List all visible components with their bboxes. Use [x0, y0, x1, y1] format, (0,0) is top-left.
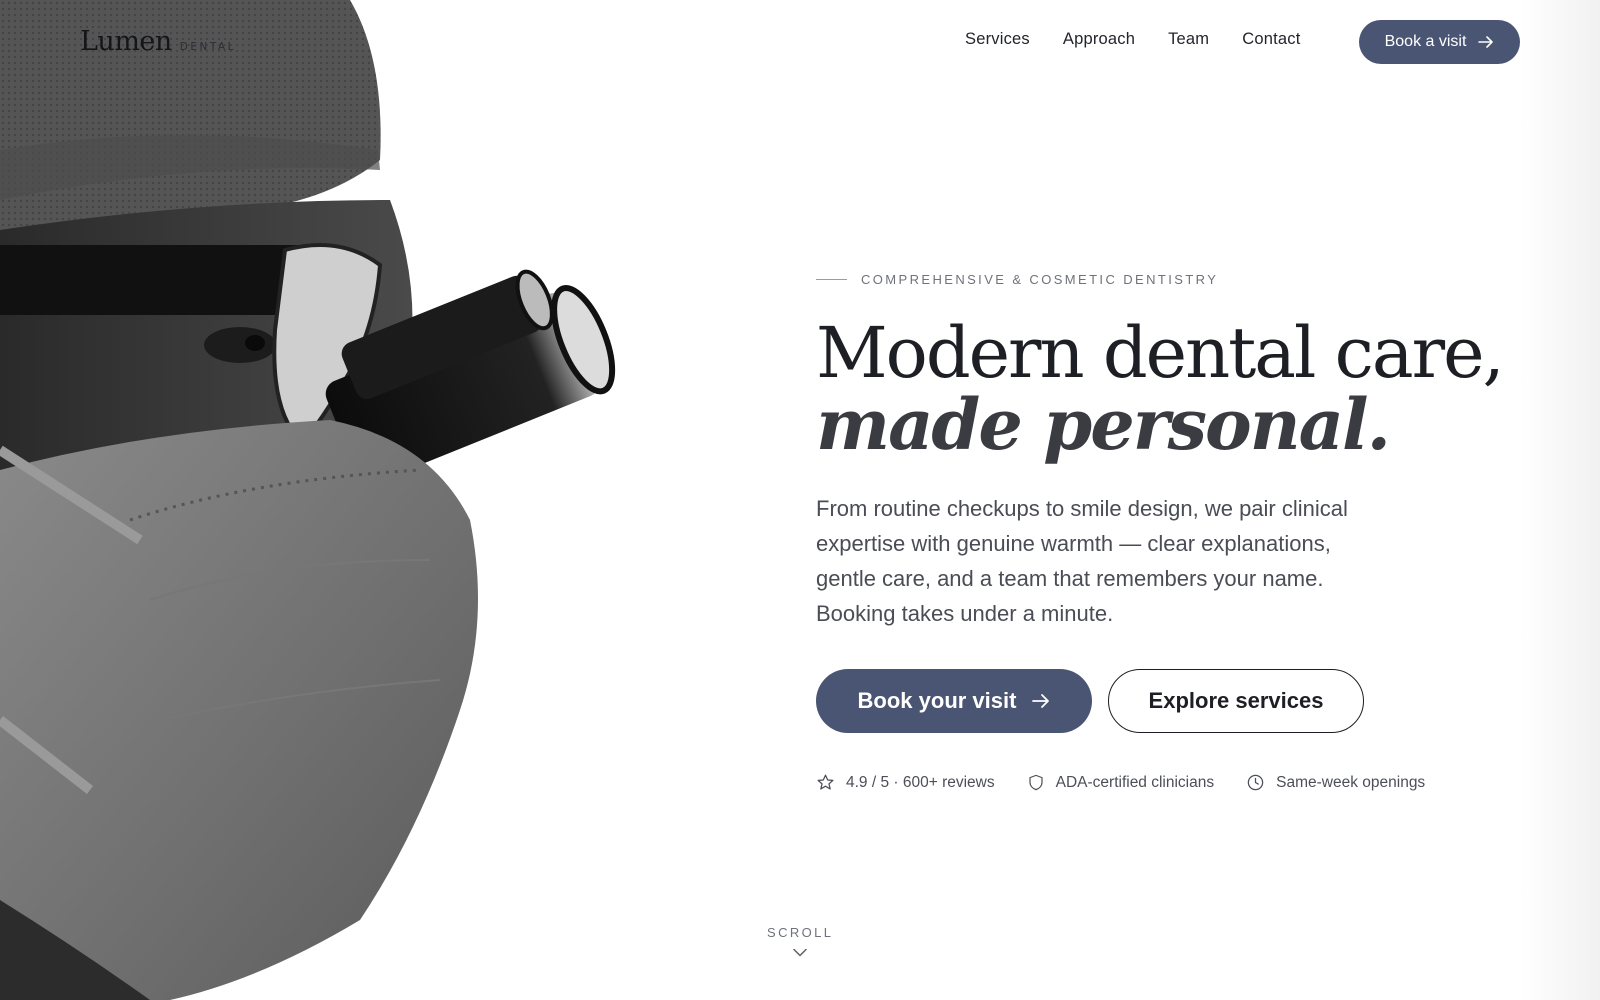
shield-icon: [1029, 774, 1043, 791]
book-your-visit-label: Book your visit: [857, 688, 1017, 713]
explore-services-label: Explore services: [1148, 688, 1324, 713]
book-visit-nav-label: Book a visit: [1384, 33, 1467, 50]
hero-headline: Modern dental care, made personal.: [816, 312, 1505, 466]
logo-subtitle: DENTAL: [179, 41, 237, 53]
book-your-visit-button[interactable]: Book your visit: [816, 669, 1092, 733]
trust-item-certified: ADA-certified clinicians: [1027, 773, 1215, 792]
main-nav: Services Approach Team Contact: [965, 30, 1301, 49]
hero-photo: [0, 0, 700, 1000]
book-visit-nav-button[interactable]: Book a visit: [1359, 20, 1520, 64]
scroll-label: SCROLL: [767, 925, 834, 940]
trust-item-openings: Same-week openings: [1246, 773, 1425, 792]
logo-wordmark: Lumen: [80, 26, 172, 57]
headline-line-1: Modern dental care,: [816, 312, 1505, 394]
clock-icon: [1247, 774, 1264, 791]
trust-text-reviews: 4.9 / 5 · 600+ reviews: [846, 773, 995, 791]
page-edge-shade: [1520, 0, 1600, 1000]
arrow-right-icon: [1478, 36, 1494, 48]
scroll-cue[interactable]: SCROLL: [767, 925, 833, 962]
explore-services-button[interactable]: Explore services: [1108, 669, 1364, 733]
nav-link-approach[interactable]: Approach: [1063, 30, 1135, 49]
hero-content: COMPREHENSIVE & COSMETIC DENTISTRY Moder…: [816, 272, 1505, 792]
eyebrow: COMPREHENSIVE & COSMETIC DENTISTRY: [816, 272, 1496, 287]
hero-lede: From routine checkups to smile design, w…: [816, 496, 1348, 626]
nav-link-services[interactable]: Services: [965, 30, 1030, 49]
chevron-down-icon: [793, 948, 807, 957]
nav-link-team[interactable]: Team: [1168, 30, 1209, 49]
headline-line-2: made personal.: [816, 383, 1391, 466]
hero-ctas: Book your visit Explore services: [816, 669, 1496, 733]
arrow-right-icon: [1032, 694, 1050, 708]
logo[interactable]: Lumen DENTAL: [80, 26, 236, 57]
trust-badges: 4.9 / 5 · 600+ reviews ADA-certified cli…: [816, 773, 1496, 792]
trust-text-openings: Same-week openings: [1276, 773, 1426, 791]
trust-item-reviews: 4.9 / 5 · 600+ reviews: [816, 773, 995, 792]
eyebrow-rule: [816, 279, 847, 280]
eyebrow-text: COMPREHENSIVE & COSMETIC DENTISTRY: [861, 272, 1219, 287]
trust-text-certified: ADA-certified clinicians: [1055, 773, 1215, 791]
star-icon: [817, 774, 834, 790]
nav-link-contact[interactable]: Contact: [1242, 30, 1300, 49]
